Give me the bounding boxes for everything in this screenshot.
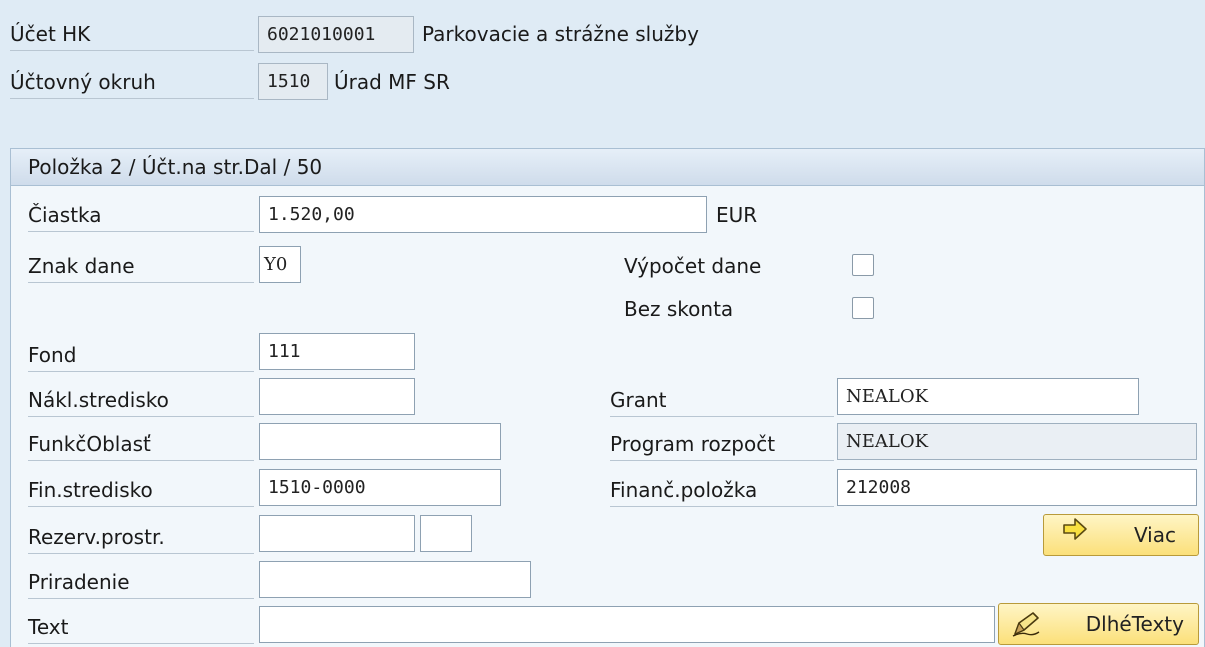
more-button[interactable]: Viac [1043, 514, 1199, 556]
amount-label: Čiastka [28, 203, 254, 232]
item-group-title: Položka 2 / Účt.na str.Dal / 50 [28, 155, 323, 179]
assignment-label: Priradenie [28, 570, 254, 599]
long-texts-button[interactable]: DlhéTexty [998, 603, 1199, 645]
gl-account-description: Parkovacie a strážne služby [422, 22, 699, 46]
arrow-right-icon [1062, 516, 1088, 542]
gl-account-label: Účet HK [10, 22, 254, 51]
tax-code-label: Znak dane [28, 254, 254, 283]
calc-tax-checkbox[interactable] [852, 254, 874, 276]
text-field[interactable] [259, 606, 995, 643]
company-code-label: Účtovný okruh [10, 70, 254, 99]
functional-area-field[interactable] [259, 423, 501, 460]
grant-label: Grant [610, 388, 834, 417]
item-group-header: Položka 2 / Účt.na str.Dal / 50 [11, 149, 1204, 186]
tax-code-field[interactable]: Y0 [259, 246, 301, 283]
fund-label: Fond [28, 343, 254, 372]
funds-center-label: Fin.stredisko [28, 478, 254, 507]
assignment-field[interactable] [259, 561, 531, 598]
budget-program-field: NEALOK [837, 423, 1197, 460]
calc-tax-label: Výpočet dane [624, 254, 762, 278]
gl-account-field[interactable]: 6021010001 [258, 16, 414, 53]
earmarked-funds-label: Rezerv.prostr. [28, 525, 254, 554]
cost-center-field[interactable] [259, 378, 415, 415]
grant-field[interactable]: NEALOK [837, 378, 1139, 415]
fund-field[interactable]: 111 [259, 333, 415, 370]
company-code-field[interactable]: 1510 [258, 63, 328, 100]
earmarked-funds-field[interactable] [259, 515, 415, 552]
funds-center-field[interactable]: 1510-0000 [259, 469, 501, 506]
long-texts-button-label: DlhéTexty [1085, 612, 1184, 636]
text-label: Text [28, 615, 254, 644]
cost-center-label: Nákl.stredisko [28, 388, 254, 417]
more-button-label: Viac [1133, 523, 1176, 547]
currency-text: EUR [716, 203, 758, 227]
no-discount-checkbox[interactable] [852, 297, 874, 319]
commitment-item-label: Finanč.položka [610, 478, 834, 507]
company-code-description: Úrad MF SR [334, 70, 450, 94]
amount-field[interactable]: 1.520,00 [259, 196, 707, 233]
commitment-item-field[interactable]: 212008 [837, 469, 1197, 506]
no-discount-label: Bez skonta [624, 297, 734, 321]
budget-program-label: Program rozpočt [610, 432, 834, 461]
document-entry-screen: Účet HK 6021010001 Parkovacie a strážne … [0, 0, 1205, 647]
earmarked-funds-item-field[interactable] [420, 515, 472, 552]
pencil-icon [1011, 610, 1041, 638]
functional-area-label: FunkčOblasť [28, 432, 254, 461]
